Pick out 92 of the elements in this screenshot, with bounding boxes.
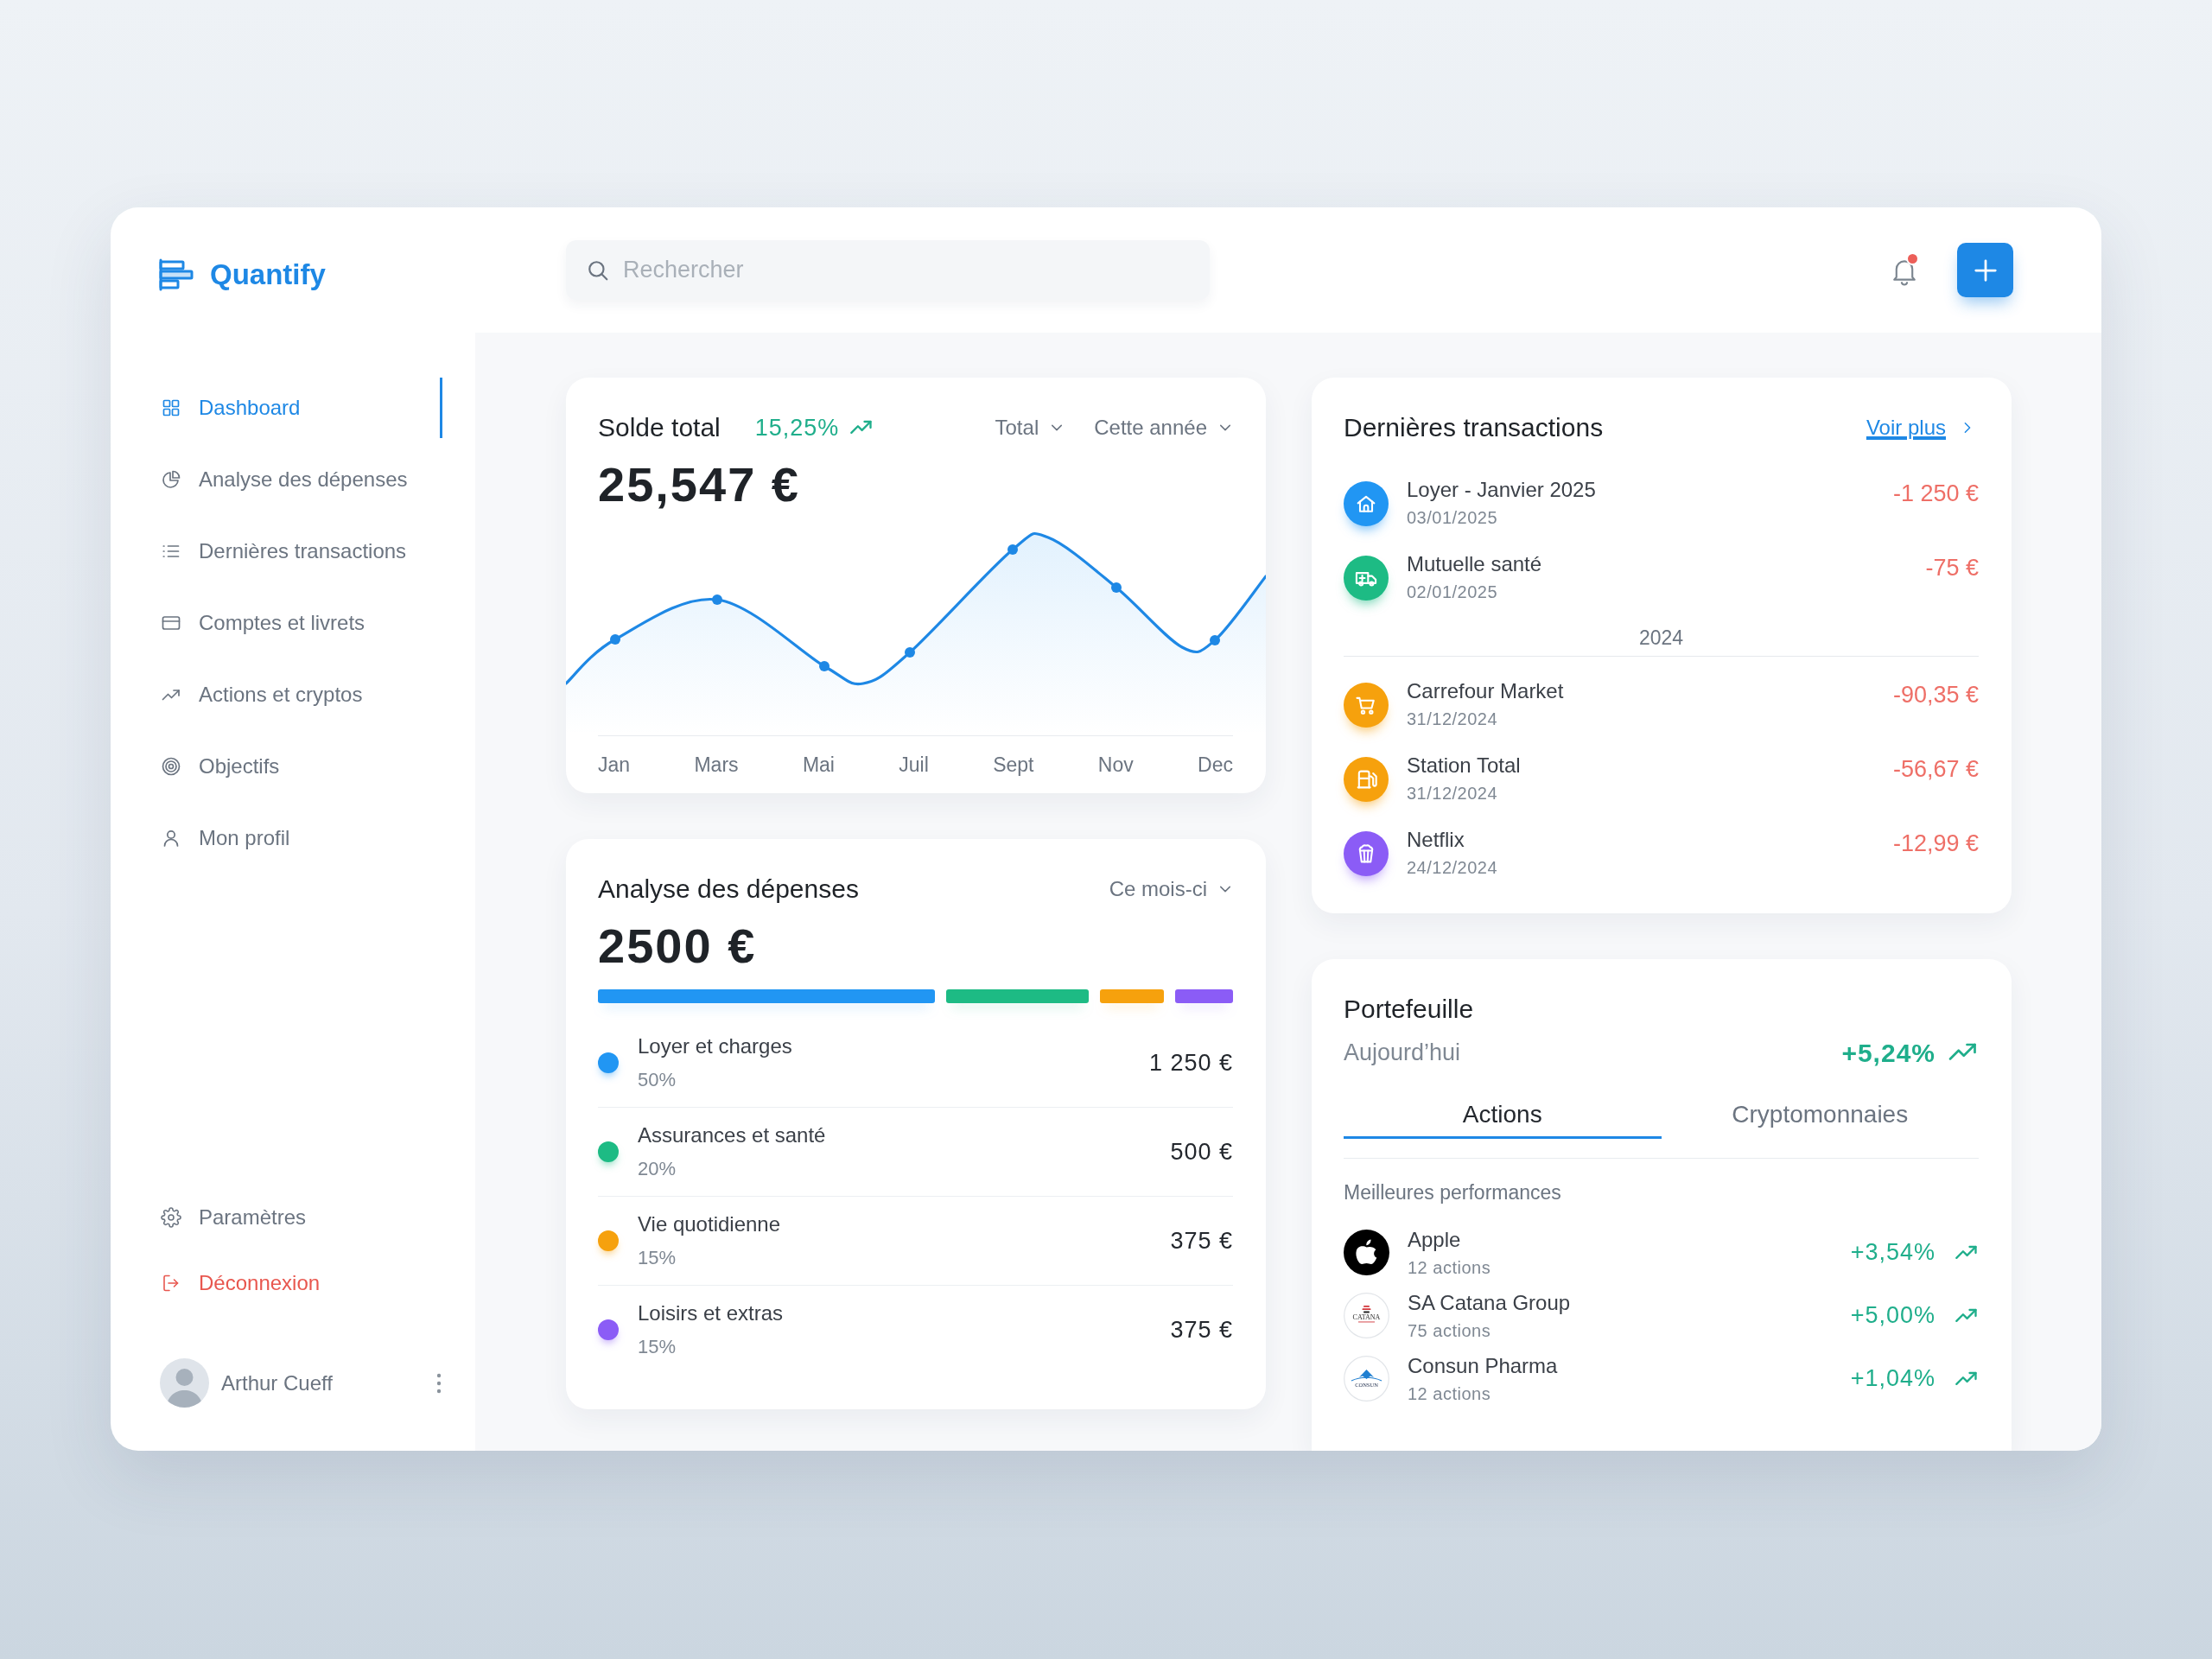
transaction-date: 24/12/2024 — [1407, 857, 1498, 879]
card-title: Dernières transactions — [1344, 412, 1604, 443]
transaction-date: 31/12/2024 — [1407, 783, 1499, 804]
stock-change: +3,54% — [1850, 1238, 1936, 1268]
category-share: 15% — [638, 1246, 677, 1270]
company-logo: CATANA — [1344, 1293, 1389, 1338]
period-label: Aujourd’hui — [1344, 1038, 1461, 1067]
axis-label: Sept — [993, 753, 1034, 777]
chart-point — [819, 661, 830, 671]
tab[interactable]: Cryptomonnaies — [1661, 1096, 1979, 1139]
axis-label: Jan — [598, 753, 631, 777]
axis-label: Dec — [1198, 753, 1233, 777]
chart-point — [1210, 635, 1220, 645]
target-icon — [161, 756, 181, 777]
sidebar-item[interactable]: Comptes et livrets — [111, 593, 442, 653]
sidebar-item[interactable]: Analyse des dépenses — [111, 449, 442, 510]
transaction-name: Netflix — [1407, 827, 1465, 853]
sidebar-item[interactable]: Mon profil — [111, 808, 442, 868]
stock-change: +1,04% — [1850, 1364, 1936, 1394]
grid-icon — [161, 397, 181, 418]
search-icon — [587, 259, 609, 282]
search-field[interactable]: Rechercher — [566, 240, 1210, 300]
user-name: Arthur Cueff — [221, 1370, 333, 1396]
category-share: 20% — [638, 1157, 677, 1181]
add-button[interactable] — [1957, 243, 2013, 297]
card-title: Portefeuille — [1344, 994, 1474, 1025]
spending-bar-segment — [1175, 989, 1233, 1003]
chart-point — [1007, 544, 1018, 555]
sidebar-item[interactable]: Dernières transactions — [111, 521, 442, 582]
sidebar-item[interactable]: Dashboard — [111, 378, 442, 438]
period-dropdown[interactable]: Ce mois-ci — [1109, 875, 1233, 903]
period-dropdown[interactable]: Cette année — [1094, 414, 1233, 442]
portfolio-change: +5,24% — [1841, 1037, 1936, 1069]
category-name: Assurances et santé — [638, 1122, 826, 1148]
stock-name: SA Catana Group — [1408, 1289, 1571, 1316]
transaction-date: 03/01/2025 — [1407, 507, 1499, 529]
tab[interactable]: Actions — [1344, 1096, 1662, 1139]
stock-shares: 12 actions — [1408, 1256, 1491, 1279]
transaction-name: Carrefour Market — [1407, 678, 1564, 704]
transaction-amount: -90,35 € — [1892, 681, 1979, 709]
pie-chart-icon — [161, 469, 181, 490]
avatar-icon — [160, 1358, 209, 1408]
category-amount: 375 € — [1170, 1226, 1233, 1255]
vertical-dots-icon — [435, 1371, 442, 1395]
category-share: 15% — [638, 1335, 677, 1359]
transaction-amount: -12,99 € — [1892, 830, 1979, 858]
filter-dropdown[interactable]: Total — [995, 414, 1065, 442]
transaction-date: 02/01/2025 — [1407, 582, 1499, 603]
brand-name: Quantify — [210, 257, 326, 292]
transaction-name: Loyer - Janvier 2025 — [1407, 477, 1596, 503]
see-more-link[interactable]: Voir plus — [1866, 414, 1975, 442]
category-name: Loyer et charges — [638, 1033, 792, 1059]
stock-change: +5,00% — [1850, 1301, 1936, 1331]
settings-icon — [161, 1207, 181, 1228]
transaction-amount: -1 250 € — [1892, 480, 1979, 508]
card-title: Analyse des dépenses — [598, 874, 859, 905]
chart-point — [905, 647, 915, 658]
user-menu-button[interactable] — [435, 1371, 442, 1395]
axis-label: Mai — [802, 753, 835, 777]
chart-point — [712, 594, 722, 605]
sidebar-item[interactable]: Objectifs — [111, 736, 442, 797]
logo-icon — [158, 257, 194, 291]
axis-label: Juil — [899, 753, 929, 777]
chart-point — [1111, 582, 1122, 593]
stock-name: Consun Pharma — [1408, 1352, 1558, 1379]
transaction-amount: -56,67 € — [1892, 755, 1979, 784]
axis-label: Nov — [1097, 753, 1134, 777]
transaction-date: 31/12/2024 — [1407, 709, 1499, 730]
axis-label: Mars — [694, 753, 739, 777]
category-amount: 1 250 € — [1148, 1048, 1233, 1077]
category-name: Loisirs et extras — [638, 1300, 784, 1326]
stock-name: Apple — [1408, 1226, 1462, 1253]
logout-link[interactable]: Déconnexion — [111, 1253, 442, 1313]
category-amount: 375 € — [1170, 1315, 1233, 1344]
chart-point — [610, 634, 620, 645]
stock-shares: 12 actions — [1408, 1382, 1492, 1405]
category-share: 50% — [638, 1068, 677, 1092]
category-name: Vie quotidienne — [638, 1211, 781, 1237]
year-label: 2024 — [1638, 626, 1684, 649]
change-percent: 15,25% — [754, 414, 840, 442]
apple-icon — [1344, 1230, 1389, 1275]
sidebar-item[interactable]: Actions et cryptos — [111, 664, 442, 725]
balance-amount: 25,547 € — [598, 457, 801, 512]
spending-amount: 2500 € — [598, 918, 758, 974]
section-heading: Meilleures performances — [1344, 1180, 1562, 1205]
transaction-name: Mutuelle santé — [1407, 551, 1542, 577]
stock-shares: 75 actions — [1408, 1319, 1492, 1342]
category-amount: 500 € — [1170, 1137, 1233, 1166]
settings-link[interactable]: Paramètres — [111, 1187, 442, 1248]
transaction-amount: -75 € — [1925, 554, 1979, 582]
transaction-name: Station Total — [1407, 753, 1521, 779]
card-title: Solde total — [598, 412, 721, 443]
